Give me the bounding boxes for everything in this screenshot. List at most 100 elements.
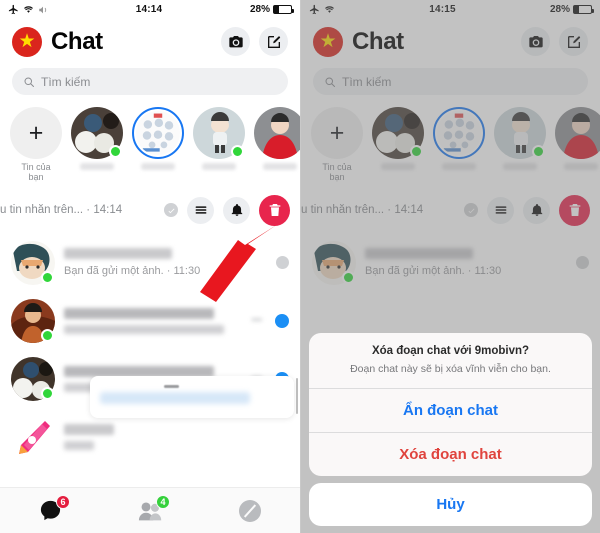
trash-icon: [269, 204, 280, 217]
swiped-row-preview: u tin nhắn trên... · 14:14: [0, 204, 123, 217]
vietnam-flag-avatar[interactable]: ★: [12, 26, 42, 57]
search-input[interactable]: Tìm kiếm: [12, 68, 288, 95]
story-photo: [437, 111, 481, 155]
story-name-blurred: [80, 163, 114, 170]
online-indicator: [41, 270, 54, 284]
wifi-icon: [325, 6, 334, 13]
menu-action-button[interactable]: [487, 196, 514, 224]
story-item[interactable]: [494, 107, 546, 170]
story-name-blurred: [564, 163, 598, 170]
story-add-yours[interactable]: + Tin của bạn: [311, 107, 363, 183]
story-add-label-line1: Tin của: [21, 162, 51, 172]
delete-chat-button[interactable]: Xóa đoạn chat: [309, 432, 592, 476]
story-add-yours[interactable]: + Tin của bạn: [10, 107, 62, 183]
chat-preview: Bạn đã gửi một ảnh. · 11:30: [64, 265, 201, 278]
chat-timestamp-blurred: •••: [251, 315, 262, 327]
swiped-chat-row-actions[interactable]: u tin nhắn trên... · 14:14: [301, 189, 600, 234]
compose-icon: [567, 35, 580, 48]
tab-people[interactable]: 4: [122, 494, 178, 528]
story-item[interactable]: [71, 107, 123, 170]
status-left-icons: [8, 4, 48, 15]
stories-tray[interactable]: + Tin của bạn: [0, 103, 300, 189]
camera-button[interactable]: [521, 27, 550, 56]
online-indicator: [410, 145, 423, 158]
story-name-blurred: [141, 163, 175, 170]
avatar: [11, 415, 55, 459]
avatar: [372, 107, 424, 159]
camera-button[interactable]: [221, 27, 250, 56]
story-item[interactable]: [193, 107, 245, 170]
avatar: [193, 107, 245, 159]
mute-icon: [39, 6, 47, 13]
story-item[interactable]: [254, 107, 300, 170]
tab-chats[interactable]: 6: [22, 494, 78, 528]
mute-action-button[interactable]: [223, 196, 250, 224]
online-indicator: [342, 270, 355, 284]
story-photo: [254, 107, 300, 159]
story-item-active[interactable]: [132, 107, 184, 170]
cancel-button[interactable]: Hủy: [309, 483, 592, 526]
bell-icon: [531, 204, 542, 217]
circle-slash-icon: [239, 499, 261, 522]
battery-percent-label: 28%: [549, 4, 570, 15]
mute-action-button[interactable]: [523, 196, 550, 224]
page-title: Chat: [352, 27, 404, 55]
battery-icon: [573, 5, 594, 14]
phone-panel-right: 14:15 28% ★ Chat Tìm kiếm + Tin của bạn …: [300, 0, 600, 533]
avatar: [555, 107, 600, 159]
story-add-label-line2: bạn: [329, 172, 345, 183]
dialog-title: Xóa đoạn chat với 9mobivn?: [371, 345, 530, 358]
action-sheet-group: Xóa đoạn chat với 9mobivn? Đoạn chat này…: [309, 333, 592, 476]
chat-preview: Bạn đã gửi một ảnh. · 11:30: [365, 265, 502, 278]
scrollbar[interactable]: [295, 377, 298, 414]
chat-preview-blurred: [64, 440, 94, 450]
dialog-message: Đoạn chat này sẽ bị xóa vĩnh viễn cho bạ…: [350, 363, 551, 376]
delete-action-button[interactable]: [559, 194, 590, 226]
chat-preview-blurred: [64, 324, 224, 334]
status-clock: 14:15: [429, 4, 456, 15]
status-clock: 14:14: [135, 4, 163, 15]
bell-icon: [231, 204, 242, 217]
story-item[interactable]: [372, 107, 424, 170]
seen-avatar-indicator: [576, 256, 589, 270]
wifi-icon: [24, 6, 33, 13]
online-indicator: [41, 386, 54, 400]
floating-message-card[interactable]: [90, 375, 294, 418]
story-add-label-line1: Tin của: [322, 162, 352, 172]
search-input[interactable]: Tìm kiếm: [313, 68, 588, 95]
status-right: 28%: [249, 4, 294, 15]
story-item-active[interactable]: [433, 107, 485, 170]
compose-button[interactable]: [259, 27, 288, 56]
tab-discover[interactable]: [222, 494, 278, 528]
story-add-label-line2: bạn: [28, 172, 44, 183]
online-indicator: [231, 145, 244, 158]
page-title: Chat: [51, 27, 103, 55]
story-name-blurred: [442, 163, 476, 170]
battery-icon: [273, 5, 294, 14]
swiped-chat-row-actions[interactable]: u tin nhắn trên... · 14:14: [0, 189, 300, 234]
chat-row[interactable]: Bạn đã gửi một ảnh. · 11:30: [0, 234, 300, 292]
battery-percent-label: 28%: [249, 4, 270, 15]
chat-name-blurred: [64, 248, 172, 260]
story-name-blurred: [202, 163, 236, 170]
plus-icon: +: [311, 107, 363, 159]
menu-icon: [495, 206, 506, 214]
chat-row[interactable]: •••: [0, 292, 300, 350]
chat-row[interactable]: Bạn đã gửi một ảnh. · 11:30: [301, 234, 600, 292]
menu-action-button[interactable]: [187, 196, 214, 224]
search-placeholder: Tìm kiếm: [41, 74, 91, 89]
pen-nib-icon: [19, 420, 50, 454]
compose-button[interactable]: [559, 27, 588, 56]
plus-icon: +: [10, 107, 62, 159]
avatar: [11, 356, 55, 401]
chat-list: u tin nhắn trên... · 14:14 Bạn đã gửi mộ…: [0, 189, 300, 466]
hide-chat-button[interactable]: Ẩn đoạn chat: [309, 388, 592, 432]
app-header: ★ Chat: [301, 19, 600, 64]
vietnam-flag-avatar[interactable]: ★: [313, 26, 343, 57]
card-handle: [164, 384, 179, 388]
stories-tray[interactable]: + Tin của bạn: [301, 103, 600, 189]
delete-action-button[interactable]: [259, 194, 290, 226]
story-item[interactable]: [555, 107, 600, 170]
airplane-icon: [309, 4, 319, 15]
status-bar: 14:14 28%: [0, 0, 300, 19]
